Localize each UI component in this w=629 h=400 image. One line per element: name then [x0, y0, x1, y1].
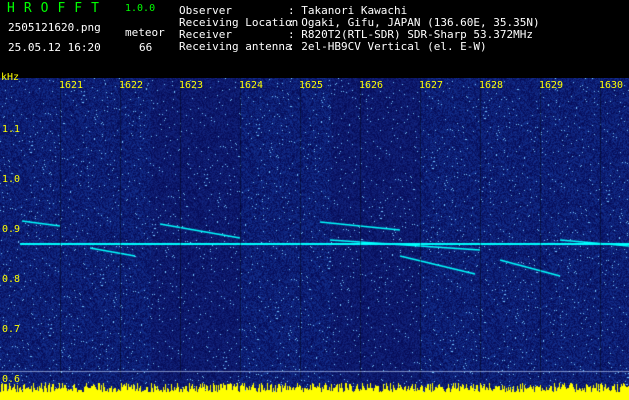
time-tick-label: 1629 [539, 80, 564, 91]
antenna-label: Receiving antenna [179, 40, 292, 53]
app-title: HROFFT [7, 1, 108, 16]
time-tick-label: 1624 [239, 80, 264, 91]
freq-tick-label: 1.0 [2, 174, 21, 185]
spectrogram [0, 78, 629, 400]
antenna-value: : 2el-HB9CV Vertical (el. E-W) [288, 40, 487, 53]
freq-tick-label: 0.6 [2, 374, 21, 385]
time-tick-label: 1628 [479, 80, 504, 91]
freq-tick-label: 0.7 [2, 324, 21, 335]
time-tick-label: 1630 [599, 80, 624, 91]
meteor-count: 66 [139, 41, 153, 54]
app-version: 1.0.0 [125, 3, 156, 14]
freq-tick-label: 0.9 [2, 224, 21, 235]
time-tick-label: 1621 [59, 80, 84, 91]
freq-tick-label: 1.1 [2, 124, 21, 135]
meteor-label: meteor [125, 26, 165, 39]
freq-tick-label: 0.8 [2, 274, 21, 285]
time-tick-label: 1623 [179, 80, 204, 91]
file-name: 2505121620.png [8, 21, 101, 34]
date-time: 25.05.12 16:20 [8, 41, 101, 54]
header-panel: HROFFT 1.0.0 2505121620.png 25.05.12 16:… [0, 0, 629, 78]
time-tick-label: 1626 [359, 80, 384, 91]
time-tick-label: 1627 [419, 80, 444, 91]
time-tick-label: 1622 [119, 80, 144, 91]
time-tick-label: 1625 [299, 80, 324, 91]
khz-unit-label: kHz [1, 72, 20, 83]
